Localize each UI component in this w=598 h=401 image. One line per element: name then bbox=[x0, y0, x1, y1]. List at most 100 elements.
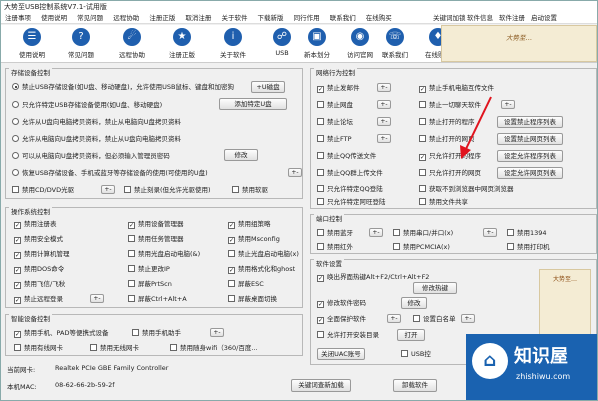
floppy-checkbox[interactable]: 禁用软驱 bbox=[232, 185, 268, 195]
toolbar-usage-button[interactable]: ☰ 使用说明 bbox=[7, 26, 57, 62]
network-option[interactable]: 禁止FTP bbox=[317, 134, 352, 144]
disable-uac-button[interactable]: 关闭UAC账号 bbox=[317, 348, 365, 360]
set-allowed-pages-button[interactable]: 设定允许网页列表 bbox=[497, 167, 563, 179]
smart-option[interactable]: ✓ 禁用手机、PAD等便携式设备 bbox=[14, 328, 108, 338]
menu-item-right[interactable]: 启动设置 bbox=[527, 13, 561, 24]
hotkey-checkbox[interactable]: ✓ 唤出界面热键Alt+F2/Ctrl+Alt+F2 bbox=[317, 272, 429, 282]
whitelist-more-button[interactable]: +- bbox=[461, 314, 475, 323]
email-more-button[interactable]: +- bbox=[377, 83, 391, 92]
storage-option[interactable]: 允许从U盘向电脑拷贝资料，禁止从电脑向U盘拷贝资料 bbox=[12, 117, 181, 127]
menu-item-right[interactable]: 软件注册 bbox=[495, 13, 529, 24]
set-allowed-programs-button[interactable]: 设定允许程序列表 bbox=[497, 150, 563, 162]
network-option[interactable]: 禁用文件共享 bbox=[419, 197, 468, 207]
storage-option[interactable]: 允许从电脑向U盘拷贝资料，禁止从U盘向电脑拷贝资料 bbox=[12, 134, 181, 144]
storage-option[interactable]: 只允许特定USB存储设备使用(如U盘、移动硬盘) bbox=[12, 100, 162, 110]
modify-hotkey-button[interactable]: 修改热键 bbox=[413, 282, 457, 294]
menu-item[interactable]: 同行作用 bbox=[290, 13, 324, 24]
port-option[interactable]: 禁用串口/并口(x) bbox=[393, 228, 453, 238]
os-option[interactable]: ✓ 禁止远程登录 bbox=[14, 294, 63, 304]
menu-item[interactable]: 注册正版 bbox=[145, 13, 179, 24]
smart-option[interactable]: 禁用有线网卡 bbox=[14, 343, 63, 353]
netdisk-more-button[interactable]: +- bbox=[377, 100, 391, 109]
port-option[interactable]: 禁用1394 bbox=[507, 228, 547, 238]
burn-checkbox[interactable]: 禁止刻录(但允许光驱使用) bbox=[124, 185, 211, 195]
set-blocked-programs-button[interactable]: 设置禁止程序列表 bbox=[497, 116, 563, 128]
smart-option[interactable]: 禁用手机助手 bbox=[132, 328, 181, 338]
protect-checkbox[interactable]: ✓ 全面保护软件 bbox=[317, 314, 366, 324]
port-option[interactable]: 禁用打印机 bbox=[507, 242, 550, 252]
smart-option[interactable]: 禁用无线网卡 bbox=[90, 343, 139, 353]
toolbar-faq-button[interactable]: ? 常见问题 bbox=[56, 26, 106, 62]
add-special-udisk-button[interactable]: 添加特定U盘 bbox=[219, 98, 287, 110]
network-option[interactable]: 只允许特定阿旺登陆 bbox=[317, 197, 386, 207]
cdrom-checkbox[interactable]: 禁用CD/DVD光驱 bbox=[12, 185, 74, 195]
toolbar-remote-button[interactable]: ☄ 远程协助 bbox=[107, 26, 157, 62]
set-blocked-pages-button[interactable]: 设置禁止网页列表 bbox=[497, 133, 563, 145]
os-option[interactable]: 禁止更改IP bbox=[128, 264, 170, 274]
os-option[interactable]: ✓ 禁用计算机管理 bbox=[14, 249, 70, 259]
toolbar-register-button[interactable]: ★ 注册正版 bbox=[157, 26, 207, 62]
menu-item-right[interactable]: 软件信息 bbox=[463, 13, 497, 24]
network-option[interactable]: ✓ 禁止发邮件 bbox=[317, 83, 360, 93]
port-option[interactable]: 禁用红外 bbox=[317, 242, 353, 252]
network-option[interactable]: 禁止网盘 bbox=[317, 100, 353, 110]
menu-item[interactable]: 注册事项 bbox=[1, 13, 35, 24]
menu-item[interactable]: 常见问题 bbox=[73, 13, 107, 24]
network-option[interactable]: 禁止QQ传送文件 bbox=[317, 151, 376, 161]
os-option[interactable]: ✓ 禁用设备管理器 bbox=[128, 219, 184, 229]
uninstall-button[interactable]: 卸载软件 bbox=[393, 379, 437, 392]
os-option[interactable]: ✓ 禁用组策略 bbox=[228, 219, 271, 229]
bluetooth-more-button[interactable]: +- bbox=[369, 228, 383, 237]
phone-helper-more-button[interactable]: +- bbox=[210, 328, 224, 337]
protect-more-button[interactable]: +- bbox=[387, 314, 401, 323]
storage-option[interactable]: 可以从电脑向U盘拷贝资料，但必须输入管理员密码 bbox=[12, 151, 170, 161]
cdrom-more-button[interactable]: +- bbox=[101, 185, 115, 194]
network-option[interactable]: 获取不到浏览器中网页浏览器 bbox=[419, 184, 514, 194]
network-option[interactable]: 只允许打开的网页 bbox=[419, 168, 481, 178]
remote-login-more-button[interactable]: +- bbox=[90, 294, 104, 303]
port-option[interactable]: 禁用PCMCIA(x) bbox=[393, 242, 450, 252]
modify-software-password-button[interactable]: 修改 bbox=[401, 297, 427, 309]
modify-password-button[interactable]: 修改 bbox=[224, 149, 258, 161]
storage-option[interactable]: 恢复USB存储设备、手机或蓝牙等存储设备的使用(可使用的U盘) bbox=[12, 168, 208, 178]
storage-option[interactable]: 禁止USB存储设备(如U盘、移动硬盘)，允许使用USB鼠标、键盘和加密狗 bbox=[12, 82, 234, 92]
os-option[interactable]: ✓ 禁用DOS命令 bbox=[14, 264, 64, 274]
port-option[interactable]: 禁用蓝牙 bbox=[317, 228, 353, 238]
network-option[interactable]: 只允许特定QQ登陆 bbox=[317, 184, 383, 194]
password-checkbox[interactable]: ✓ 修改软件密码 bbox=[317, 298, 366, 308]
open-dir-button[interactable]: 打开 bbox=[397, 329, 425, 341]
os-option[interactable]: 禁止光盘启动电脑(x) bbox=[228, 249, 299, 259]
os-option[interactable]: 屏蔽ESC bbox=[228, 279, 264, 289]
network-option[interactable]: 禁止论坛 bbox=[317, 117, 353, 127]
menu-item[interactable]: 使用说明 bbox=[37, 13, 71, 24]
whitelist-checkbox[interactable]: 设置白名单 bbox=[413, 314, 456, 324]
os-option[interactable]: ✓ 禁用注册表 bbox=[14, 219, 57, 229]
forum-more-button[interactable]: +- bbox=[377, 117, 391, 126]
add-disk-button[interactable]: +U磁盘 bbox=[251, 81, 285, 93]
toolbar-about-button[interactable]: i 关于软件 bbox=[208, 26, 258, 62]
menu-item[interactable]: 关于软件 bbox=[217, 13, 251, 24]
os-option[interactable]: ✓ 禁用格式化和ghost bbox=[228, 264, 295, 274]
os-option[interactable]: 禁用任务管理器 bbox=[128, 234, 184, 244]
usb-control-checkbox[interactable]: USB控 bbox=[401, 349, 431, 359]
os-option[interactable]: 屏蔽桌面切换 bbox=[228, 294, 277, 304]
keyword-reload-button[interactable]: 关键词查新加载 bbox=[291, 379, 351, 392]
menu-item[interactable]: 联系我们 bbox=[326, 13, 360, 24]
os-option[interactable]: ✓ 禁用Msconfig bbox=[228, 234, 280, 244]
os-option[interactable]: 屏蔽PrtScn bbox=[128, 279, 172, 289]
chat-more-button[interactable]: +- bbox=[501, 100, 515, 109]
os-option[interactable]: ✓ 禁用飞信/飞秋 bbox=[14, 279, 65, 289]
smart-option[interactable]: 禁用随身wifi（360/百度... bbox=[170, 343, 258, 353]
storage-more-button[interactable]: +- bbox=[288, 168, 302, 177]
menu-item[interactable]: 取消注册 bbox=[181, 13, 215, 24]
serial-more-button[interactable]: +- bbox=[483, 228, 497, 237]
os-option[interactable]: ✓ 禁用安全模式 bbox=[14, 234, 63, 244]
os-option[interactable]: 禁用光盘启动电脑(&) bbox=[128, 249, 200, 259]
menu-item[interactable]: 下载新版 bbox=[254, 13, 288, 24]
autostart-checkbox[interactable]: 允许打开安装目录 bbox=[317, 330, 379, 340]
os-option[interactable]: 屏蔽Ctrl+Alt+A bbox=[128, 294, 187, 304]
network-option[interactable]: 禁止QQ群上传文件 bbox=[317, 168, 383, 178]
menu-item[interactable]: 远程协助 bbox=[109, 13, 143, 24]
network-option[interactable]: ✓ 禁止手机电脑互传文件 bbox=[419, 83, 494, 93]
ftp-more-button[interactable]: +- bbox=[377, 134, 391, 143]
